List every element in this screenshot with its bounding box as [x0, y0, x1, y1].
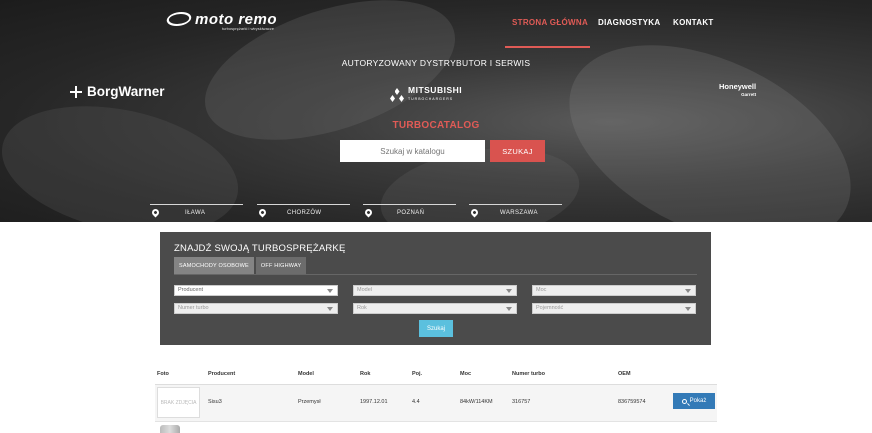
location-label: CHORZÓW [287, 210, 322, 216]
tab-passenger-cars[interactable]: SAMOCHODY OSOBOWE [174, 257, 254, 274]
cell-numer-turbo: 316757 [512, 399, 531, 405]
cell-oem: 836759574 [618, 399, 646, 405]
location-warszawa[interactable]: WARSZAWA [469, 204, 562, 220]
catalog-search-button[interactable]: SZUKAJ [490, 140, 545, 162]
location-label: POZNAŃ [397, 210, 425, 216]
brand-mitsubishi-label: MITSUBISHI [408, 85, 463, 95]
location-chorzow[interactable]: CHORZÓW [257, 204, 350, 220]
next-row-turbo-thumbnail [160, 425, 180, 433]
cell-poj: 4.4 [412, 399, 420, 405]
numer-turbo-select[interactable]: Numer turbo [174, 303, 338, 314]
catalog-search-input[interactable] [340, 140, 485, 162]
producent-select[interactable]: Producent [174, 285, 338, 296]
main-nav: STRONA GŁÓWNA DIAGNOSTYKA KONTAKT [0, 18, 872, 32]
brand-borgwarner: BorgWarner [70, 84, 165, 99]
row-divider [155, 421, 717, 422]
finder-title: ZNAJDŹ SWOJĄ TURBOSPRĘŻARKĘ [174, 243, 346, 254]
cell-moc: 84kW/114KM [460, 399, 493, 405]
catalog-title: TURBOCATALOG [392, 120, 480, 131]
finder-tabs: SAMOCHODY OSOBOWE OFF HIGHWAY [174, 257, 308, 274]
column-header: Producent [208, 371, 236, 377]
search-icon [681, 398, 687, 404]
nav-active-underline [505, 46, 590, 48]
location-ilawa[interactable]: IŁAWA [150, 204, 243, 220]
show-button-label: Pokaż [689, 398, 707, 404]
column-header: Foto [157, 371, 169, 377]
finder-search-button[interactable]: Szukaj [419, 320, 453, 337]
tab-off-highway[interactable]: OFF HIGHWAY [255, 257, 307, 274]
column-header: Numer turbo [512, 371, 545, 377]
brand-honeywell-sub: Garrett [741, 92, 757, 97]
brand-honeywell: Honeywell Garrett [719, 83, 756, 99]
location-label: IŁAWA [185, 210, 206, 216]
mitsubishi-diamonds-icon [390, 88, 404, 102]
moc-select[interactable]: Moc [532, 285, 696, 296]
hero-section: moto remo turbosprężarki i wtryskiwacze … [0, 0, 872, 222]
background-shape [538, 4, 872, 222]
show-button[interactable]: Pokaż [673, 393, 715, 409]
borgwarner-icon [70, 86, 82, 98]
location-poznan[interactable]: POZNAŃ [363, 204, 456, 220]
column-header: Rok [360, 371, 371, 377]
map-pin-icon [363, 207, 374, 218]
map-pin-icon [469, 207, 480, 218]
photo-placeholder: BRAK ZDJĘCIA [157, 387, 200, 418]
location-label: WARSZAWA [500, 210, 538, 216]
pojemnosc-select[interactable]: Pojemność [532, 303, 696, 314]
model-select[interactable]: Model [353, 285, 517, 296]
map-pin-icon [150, 207, 161, 218]
tagline: AUTORYZOWANY DYSTRYBUTOR I SERWIS [341, 58, 531, 68]
column-header: Model [298, 371, 314, 377]
cell-producent: Sisu3 [208, 399, 222, 405]
column-header: OEM [618, 371, 631, 377]
brand-honeywell-label: Honeywell [719, 82, 757, 91]
brand-mitsubishi: MITSUBISHI TURBOCHARGERS [390, 86, 462, 104]
column-header: Moc [460, 371, 471, 377]
turbo-finder-panel: ZNAJDŹ SWOJĄ TURBOSPRĘŻARKĘ SAMOCHODY OS… [160, 232, 711, 345]
nav-item-home[interactable]: STRONA GŁÓWNA [512, 18, 588, 27]
nav-item-contact[interactable]: KONTAKT [673, 18, 714, 27]
nav-item-diagnostics[interactable]: DIAGNOSTYKA [598, 18, 660, 27]
rok-select[interactable]: Rok [353, 303, 517, 314]
tab-divider [174, 274, 697, 275]
column-header: Poj. [412, 371, 423, 377]
brand-mitsubishi-sub: TURBOCHARGERS [408, 97, 454, 101]
cell-model: Przemysł [298, 399, 321, 405]
cell-rok: 1997.12.01 [360, 399, 388, 405]
brand-borgwarner-label: BorgWarner [87, 84, 165, 99]
map-pin-icon [257, 207, 268, 218]
